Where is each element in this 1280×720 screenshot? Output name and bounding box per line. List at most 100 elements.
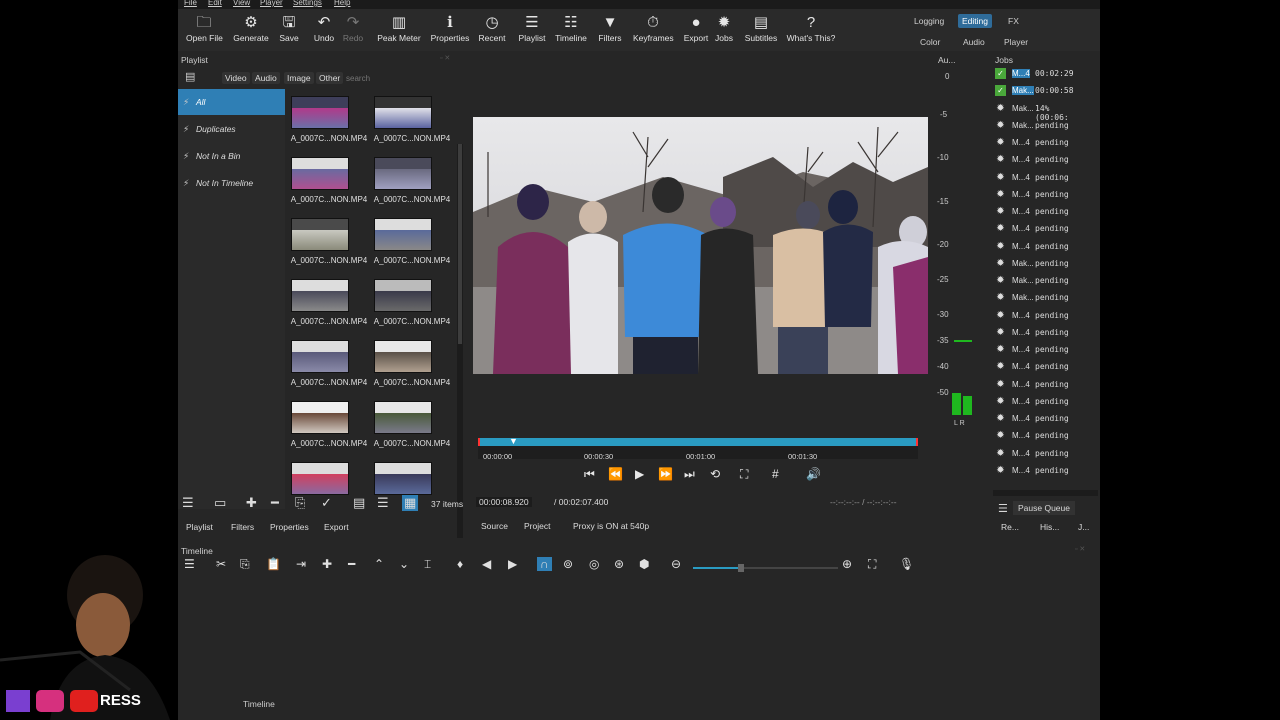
- jobs-menu-icon[interactable]: ☰: [998, 502, 1008, 515]
- playlist-item[interactable]: A_0007C...NON.MP4: [288, 397, 370, 457]
- update-icon[interactable]: ⎘: [295, 495, 305, 511]
- toolbar-open-file-button[interactable]: 🗀 Open File: [186, 13, 223, 49]
- layout-player[interactable]: Player: [1000, 35, 1032, 49]
- playlist-item[interactable]: A_0007C...NON.MP4: [371, 397, 453, 457]
- job-row[interactable]: ✓ M...4 00:02:29: [993, 66, 1085, 83]
- filter-tab-video[interactable]: Video: [222, 72, 250, 84]
- ripple-icon[interactable]: ◎: [589, 557, 599, 571]
- fast-forward-icon[interactable]: ⏩: [658, 467, 673, 481]
- skip-to-end-icon[interactable]: ⏭: [684, 467, 695, 482]
- job-row[interactable]: ✹ M...4 pending: [993, 152, 1085, 169]
- timeline-footer-tab[interactable]: Timeline: [243, 699, 275, 709]
- zoom-slider[interactable]: [693, 564, 838, 572]
- skip-to-start-icon[interactable]: ⏮: [584, 467, 595, 482]
- zoom-out-icon[interactable]: ⊖: [671, 557, 681, 571]
- timeline-float-close[interactable]: ▫ ✕: [1075, 545, 1085, 553]
- toolbar-playlist-button[interactable]: ☰ Playlist: [516, 13, 548, 49]
- ripple-markers-icon[interactable]: ⬢: [639, 557, 649, 571]
- menu-help[interactable]: Help: [334, 0, 350, 7]
- details-view-icon[interactable]: ▤: [353, 495, 365, 511]
- remove-icon[interactable]: ━: [271, 495, 279, 511]
- jobs-bottom-tab[interactable]: Re...: [1001, 522, 1019, 532]
- menu-settings[interactable]: Settings: [293, 0, 322, 7]
- jobs-bottom-tab[interactable]: His...: [1040, 522, 1059, 532]
- playlist-item[interactable]: A_0007C...NON.MP4: [371, 336, 453, 396]
- toolbar-filters-button[interactable]: ▼ Filters: [597, 13, 623, 49]
- playlist-search-input[interactable]: [346, 72, 456, 85]
- layout-audio[interactable]: Audio: [959, 35, 989, 49]
- lift-icon[interactable]: ⌃: [374, 557, 384, 571]
- bin-not-in-a-bin[interactable]: ⚡ Not In a Bin: [178, 143, 285, 169]
- list-view-icon[interactable]: ☰: [377, 495, 389, 511]
- toolbar-undo-button[interactable]: ↶ Undo: [312, 13, 336, 49]
- job-row[interactable]: ✹ M...4 pending: [993, 308, 1085, 325]
- job-row[interactable]: ✹ M...4 pending: [993, 411, 1085, 428]
- job-row[interactable]: ✹ M...4 pending: [993, 135, 1085, 152]
- job-row[interactable]: ✹ Mak... pending: [993, 118, 1085, 135]
- menu-file[interactable]: File: [184, 0, 197, 7]
- loop-icon[interactable]: ⟲: [710, 467, 720, 481]
- player-timecode-ruler[interactable]: ▼ 00:00:00 00:00:30 00:01:00 00:01:30: [478, 436, 922, 461]
- job-row[interactable]: ✹ M...4 pending: [993, 377, 1085, 394]
- grid-overlay-icon[interactable]: #: [772, 467, 779, 481]
- toolbar-properties-button[interactable]: ℹ Properties: [430, 13, 470, 49]
- playlist-item[interactable]: A_0007C...NON.MP4: [288, 275, 370, 335]
- add-icon[interactable]: ✚: [322, 557, 332, 571]
- bin-all[interactable]: ⚡ All: [178, 89, 285, 115]
- snap-icon[interactable]: ∩: [537, 557, 552, 571]
- toolbar-export-button[interactable]: ● Export: [682, 13, 710, 49]
- filter-tab-audio[interactable]: Audio: [252, 72, 280, 84]
- jobs-bottom-tab[interactable]: J...: [1078, 522, 1089, 532]
- menu-edit[interactable]: Edit: [208, 0, 222, 7]
- playlist-item[interactable]: A_0007C...NON.MP4: [288, 336, 370, 396]
- playlist-add-icon[interactable]: ▭: [214, 495, 226, 511]
- playlist-item[interactable]: A_0007C...NON.MP4: [371, 92, 453, 152]
- volume-icon[interactable]: 🔊: [806, 467, 821, 481]
- rewind-icon[interactable]: ⏪: [608, 467, 623, 481]
- toolbar-jobs-button[interactable]: ✹ Jobs: [713, 13, 735, 49]
- toolbar-recent-button[interactable]: ◷ Recent: [477, 13, 507, 49]
- playlist-item[interactable]: A_0007C...NON.MP4: [371, 153, 453, 213]
- video-preview[interactable]: [473, 117, 928, 374]
- menu-player[interactable]: Player: [260, 0, 283, 7]
- zoom-fit-icon[interactable]: ⛶: [868, 557, 876, 572]
- job-row[interactable]: ✹ M...4 pending: [993, 359, 1085, 376]
- menu-view[interactable]: View: [233, 0, 250, 7]
- job-row[interactable]: ✹ M...4 pending: [993, 463, 1085, 480]
- overwrite-icon[interactable]: ⌄: [399, 557, 409, 571]
- bin-duplicates[interactable]: ⚡ Duplicates: [178, 116, 285, 142]
- job-row[interactable]: ✓ Mak... 00:00:58: [993, 83, 1085, 100]
- job-row[interactable]: ✹ M...4 pending: [993, 170, 1085, 187]
- player-tab-source[interactable]: Source: [481, 521, 508, 531]
- playlist-bottom-tab-filters[interactable]: Filters: [231, 522, 254, 532]
- layout-fx[interactable]: FX: [1004, 14, 1023, 28]
- playlist-item[interactable]: A_0007C...NON.MP4: [371, 214, 453, 274]
- pause-queue-button[interactable]: Pause Queue: [1013, 501, 1075, 515]
- toolbar-timeline-button[interactable]: ☷ Timeline: [553, 13, 589, 49]
- job-row[interactable]: ✹ M...4 pending: [993, 204, 1085, 221]
- grid-view-icon[interactable]: ▦: [402, 495, 419, 511]
- job-row[interactable]: ✹ M...4 pending: [993, 187, 1085, 204]
- filter-tab-other[interactable]: Other: [316, 72, 344, 84]
- scrub-icon[interactable]: ⊚: [563, 557, 573, 571]
- playlist-scrollbar[interactable]: [457, 144, 463, 538]
- toolbar-redo-button[interactable]: ↷ Redo: [342, 13, 364, 49]
- job-row[interactable]: ✹ M...4 pending: [993, 394, 1085, 411]
- record-audio-icon[interactable]: 🎙: [899, 557, 914, 571]
- play-icon[interactable]: ▶: [635, 467, 644, 481]
- jobs-scrollbar[interactable]: [993, 490, 1098, 496]
- toolbar-what-s-this-button[interactable]: ? What's This?: [786, 13, 836, 49]
- playlist-menu-icon[interactable]: ▤: [185, 70, 195, 83]
- zoom-in-icon[interactable]: ⊕: [842, 557, 852, 571]
- toolbar-subtitles-button[interactable]: ▤ Subtitles: [743, 13, 779, 49]
- current-timecode[interactable]: 00:00:08.920: [476, 497, 532, 507]
- playlist-item[interactable]: A_0007C...NON.MP4: [288, 153, 370, 213]
- bin-not-in-timeline[interactable]: ⚡ Not In Timeline: [178, 170, 285, 196]
- playlist-item[interactable]: A_0007C...NON.MP4: [371, 275, 453, 335]
- playlist-bottom-tab-playlist[interactable]: Playlist: [186, 522, 213, 532]
- remove-icon[interactable]: ━: [348, 557, 355, 571]
- panel-float-close-buttons[interactable]: ▫ ✕: [440, 54, 450, 62]
- job-row[interactable]: ✹ Mak... pending: [993, 256, 1085, 273]
- job-row[interactable]: ✹ Mak... pending: [993, 290, 1085, 307]
- zoom-fit-icon[interactable]: ⛶: [740, 467, 748, 482]
